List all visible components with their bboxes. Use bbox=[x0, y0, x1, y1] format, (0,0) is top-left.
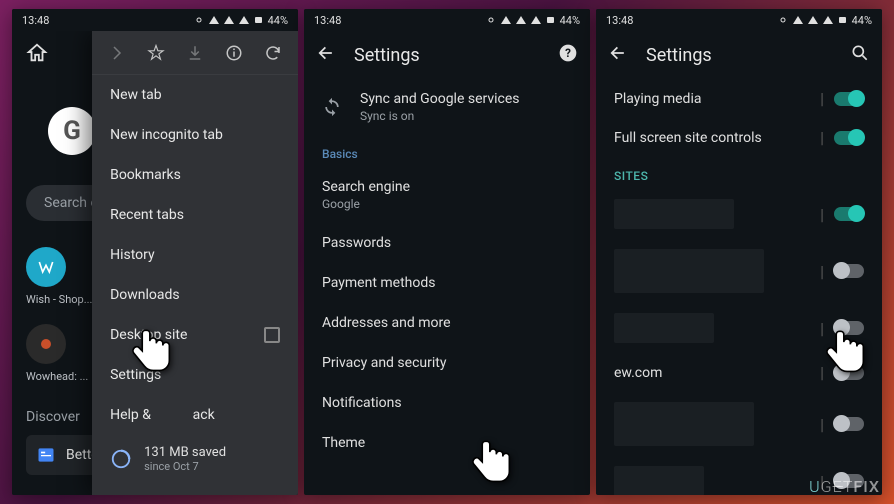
redacted-site bbox=[614, 249, 764, 293]
search-icon[interactable] bbox=[850, 43, 870, 67]
toggle[interactable] bbox=[834, 321, 864, 335]
menu-data-saved[interactable]: 131 MB savedsince Oct 7 bbox=[92, 435, 298, 483]
back-icon[interactable] bbox=[608, 43, 628, 67]
menu-downloads[interactable]: Downloads bbox=[92, 275, 298, 315]
page-title: Settings bbox=[354, 45, 540, 66]
status-bar: 13:48 44% bbox=[596, 9, 882, 31]
site-row-ew[interactable]: ew.com| bbox=[596, 353, 882, 392]
star-icon[interactable] bbox=[145, 42, 167, 64]
menu-recent-tabs[interactable]: Recent tabs bbox=[92, 195, 298, 235]
row-privacy[interactable]: Privacy and security bbox=[304, 343, 590, 383]
sync-icon bbox=[322, 97, 342, 117]
info-icon[interactable] bbox=[223, 42, 245, 64]
toggle[interactable] bbox=[834, 131, 864, 145]
toggle[interactable] bbox=[834, 207, 864, 221]
status-time: 13:48 bbox=[22, 14, 49, 27]
menu-help[interactable]: Help & ack bbox=[92, 395, 298, 435]
status-icons: 44% bbox=[193, 14, 288, 27]
menu-history[interactable]: History bbox=[92, 235, 298, 275]
wish-icon bbox=[26, 247, 66, 287]
wowhead-icon bbox=[26, 324, 66, 364]
google-logo: G bbox=[48, 107, 96, 155]
redacted-site bbox=[614, 466, 704, 495]
row-search-engine[interactable]: Search engineGoogle bbox=[304, 167, 590, 223]
section-sites: SITES bbox=[596, 157, 882, 189]
help-icon[interactable]: ? bbox=[558, 43, 578, 67]
site-row[interactable]: | bbox=[596, 303, 882, 353]
back-icon[interactable] bbox=[316, 43, 336, 67]
site-row[interactable]: | bbox=[596, 189, 882, 239]
row-theme[interactable]: Theme bbox=[304, 423, 590, 463]
toggle[interactable] bbox=[834, 92, 864, 106]
redacted-site bbox=[614, 402, 754, 446]
row-payment[interactable]: Payment methods bbox=[304, 263, 590, 303]
row-fullscreen-controls[interactable]: Full screen site controls| bbox=[596, 118, 882, 157]
status-bar: 13:48 44% bbox=[12, 9, 298, 31]
forward-icon[interactable] bbox=[106, 42, 128, 64]
site-row[interactable]: | bbox=[596, 239, 882, 303]
download-icon[interactable] bbox=[184, 42, 206, 64]
toggle[interactable] bbox=[834, 417, 864, 431]
toggle[interactable] bbox=[834, 366, 864, 380]
menu-bookmarks[interactable]: Bookmarks bbox=[92, 155, 298, 195]
svg-text:?: ? bbox=[565, 46, 571, 60]
section-basics: Basics bbox=[304, 135, 590, 167]
page-title: Settings bbox=[646, 45, 832, 66]
status-bar: 13:48 44% bbox=[304, 9, 590, 31]
redacted-site bbox=[614, 199, 734, 229]
watermark: UGETFIX bbox=[809, 477, 880, 496]
row-passwords[interactable]: Passwords bbox=[304, 223, 590, 263]
menu-new-incognito[interactable]: New incognito tab bbox=[92, 115, 298, 155]
menu-new-tab[interactable]: New tab bbox=[92, 75, 298, 115]
status-battery: 44% bbox=[268, 14, 288, 27]
chrome-overflow-menu: New tab New incognito tab Bookmarks Rece… bbox=[92, 31, 298, 495]
phone-settings-list: 13:48 44% Settings ? Sync and Google ser… bbox=[304, 9, 590, 495]
data-saver-icon bbox=[110, 448, 132, 470]
row-playing-media[interactable]: Playing media| bbox=[596, 79, 882, 118]
site-row[interactable]: | bbox=[596, 392, 882, 456]
menu-settings[interactable]: Settings bbox=[92, 355, 298, 395]
phone-chrome-menu: 13:48 44% G Search or Wish - Shop... bbox=[12, 9, 298, 495]
menu-desktop-site[interactable]: Desktop site bbox=[92, 315, 298, 355]
refresh-icon[interactable] bbox=[262, 42, 284, 64]
row-addresses[interactable]: Addresses and more bbox=[304, 303, 590, 343]
news-icon bbox=[36, 445, 56, 465]
toggle[interactable] bbox=[834, 264, 864, 278]
home-icon[interactable] bbox=[26, 42, 48, 68]
phone-site-settings: 13:48 44% Settings Playing media| Full s… bbox=[596, 9, 882, 495]
checkbox-icon[interactable] bbox=[264, 327, 280, 343]
redacted-site bbox=[614, 313, 714, 343]
row-sync[interactable]: Sync and Google servicesSync is on bbox=[304, 79, 590, 135]
row-notifications[interactable]: Notifications bbox=[304, 383, 590, 423]
